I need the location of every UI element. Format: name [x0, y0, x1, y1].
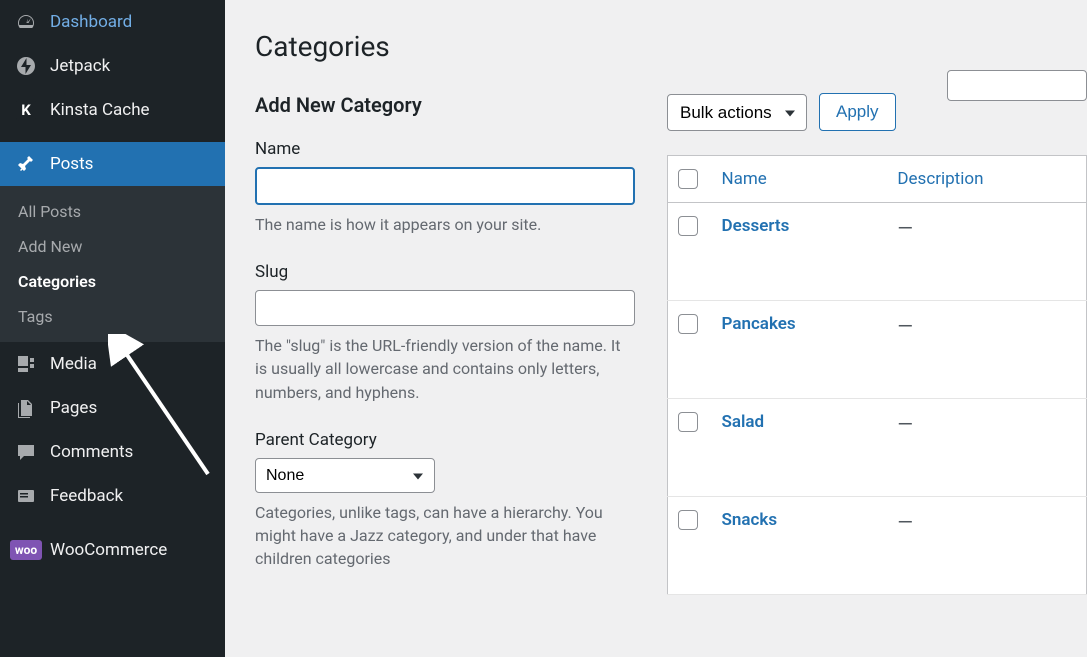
- select-all-checkbox[interactable]: [678, 169, 698, 189]
- name-help: The name is how it appears on your site.: [255, 213, 635, 236]
- woocommerce-icon: woo: [14, 538, 38, 562]
- name-input[interactable]: [255, 167, 635, 205]
- jetpack-icon: [14, 54, 38, 78]
- description-cell: —: [897, 314, 913, 338]
- row-checkbox[interactable]: [678, 216, 698, 236]
- search-box: [947, 70, 1087, 101]
- kinsta-icon: K: [14, 98, 38, 122]
- category-link[interactable]: Salad: [722, 412, 765, 432]
- page-title: Categories: [255, 30, 1087, 63]
- sidebar-item-posts[interactable]: Posts: [0, 142, 225, 186]
- bulk-actions-select[interactable]: Bulk actions: [667, 94, 807, 131]
- submenu-tags[interactable]: Tags: [0, 299, 225, 334]
- sidebar-item-label: WooCommerce: [50, 540, 167, 560]
- admin-sidebar: Dashboard Jetpack K Kinsta Cache Posts A…: [0, 0, 225, 657]
- table-row: Pancakes —: [668, 301, 1087, 399]
- sidebar-item-media[interactable]: Media: [0, 342, 225, 386]
- description-cell: —: [897, 412, 913, 436]
- parent-select[interactable]: None: [255, 458, 435, 493]
- sidebar-item-label: Dashboard: [50, 12, 132, 32]
- row-checkbox[interactable]: [678, 314, 698, 334]
- categories-table-area: Bulk actions Apply Name Description: [667, 93, 1087, 596]
- submenu-all-posts[interactable]: All Posts: [0, 194, 225, 229]
- main-content: Categories Add New Category Name The nam…: [225, 0, 1087, 657]
- categories-table: Name Description Desserts — Pancakes: [667, 155, 1087, 595]
- form-heading: Add New Category: [255, 93, 635, 117]
- table-row: Salad —: [668, 399, 1087, 497]
- apply-button[interactable]: Apply: [819, 93, 896, 131]
- sidebar-item-feedback[interactable]: Feedback: [0, 474, 225, 518]
- search-input[interactable]: [947, 70, 1087, 101]
- comments-icon: [14, 440, 38, 464]
- pin-icon: [14, 152, 38, 176]
- category-link[interactable]: Snacks: [722, 510, 778, 530]
- pages-icon: [14, 396, 38, 420]
- sidebar-item-jetpack[interactable]: Jetpack: [0, 44, 225, 88]
- column-name[interactable]: Name: [712, 156, 888, 203]
- table-row: Desserts —: [668, 203, 1087, 301]
- sidebar-item-label: Comments: [50, 442, 133, 462]
- table-row: Snacks —: [668, 497, 1087, 595]
- media-icon: [14, 352, 38, 376]
- sidebar-item-label: Feedback: [50, 486, 123, 506]
- sidebar-item-woocommerce[interactable]: woo WooCommerce: [0, 528, 225, 572]
- sidebar-item-label: Pages: [50, 398, 97, 418]
- column-description[interactable]: Description: [887, 156, 1086, 203]
- dashboard-icon: [14, 10, 38, 34]
- submenu-categories[interactable]: Categories: [0, 264, 225, 299]
- row-checkbox[interactable]: [678, 510, 698, 530]
- sidebar-item-kinsta[interactable]: K Kinsta Cache: [0, 88, 225, 132]
- sidebar-item-dashboard[interactable]: Dashboard: [0, 0, 225, 44]
- sidebar-item-label: Media: [50, 354, 97, 374]
- sidebar-item-label: Posts: [50, 154, 93, 174]
- slug-label: Slug: [255, 262, 635, 282]
- sidebar-item-pages[interactable]: Pages: [0, 386, 225, 430]
- description-cell: —: [897, 510, 913, 534]
- sidebar-item-comments[interactable]: Comments: [0, 430, 225, 474]
- category-link[interactable]: Pancakes: [722, 314, 796, 334]
- posts-submenu: All Posts Add New Categories Tags: [0, 186, 225, 342]
- feedback-icon: [14, 484, 38, 508]
- parent-help: Categories, unlike tags, can have a hier…: [255, 501, 635, 571]
- slug-help: The "slug" is the URL-friendly version o…: [255, 334, 635, 404]
- add-category-form: Add New Category Name The name is how it…: [255, 93, 635, 596]
- category-link[interactable]: Desserts: [722, 216, 790, 236]
- slug-input[interactable]: [255, 290, 635, 326]
- sidebar-item-label: Jetpack: [50, 56, 110, 76]
- sidebar-item-label: Kinsta Cache: [50, 100, 150, 120]
- submenu-add-new[interactable]: Add New: [0, 229, 225, 264]
- row-checkbox[interactable]: [678, 412, 698, 432]
- description-cell: —: [897, 216, 913, 240]
- name-label: Name: [255, 139, 635, 159]
- parent-label: Parent Category: [255, 430, 635, 450]
